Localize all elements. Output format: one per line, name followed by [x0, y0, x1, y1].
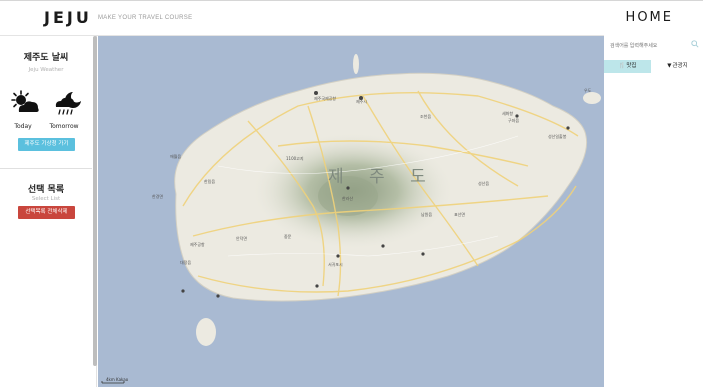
select-list-subtitle: Select List: [31, 196, 61, 202]
jeju-island-map: [101, 54, 601, 384]
right-panel: 🍴맛집 ▼관광지: [604, 36, 703, 387]
map-label: 구좌읍: [508, 118, 520, 123]
map-label: 서귀포시: [328, 262, 343, 267]
map-label: 제주공항: [190, 242, 205, 247]
top-header: JEJU MAKE YOUR TRAVEL COURSE HOME: [0, 0, 703, 36]
today-label: Today: [14, 123, 32, 130]
weather-agency-button[interactable]: 제주도 기상청 가기: [18, 138, 75, 151]
island-name-label: 제 주 도: [328, 167, 436, 187]
map-label: 성산일출봉: [548, 134, 567, 139]
home-link[interactable]: HOME: [626, 10, 673, 25]
map-label: 표선면: [454, 212, 466, 217]
map-label: 한경면: [152, 194, 164, 199]
clear-list-button[interactable]: 선택목록 전체삭제: [18, 206, 75, 219]
map-label: 남원읍: [421, 212, 433, 217]
left-sidebar: 제주도 날씨 Jeju Weather Today Tomorrow 제주도 기…: [0, 36, 97, 387]
map-label: 1100고지: [286, 156, 304, 161]
search-icon[interactable]: [691, 40, 699, 48]
map-view[interactable]: 제 주 도 제주국제공항 제주시 조천읍 구좌읍 세화항 성산읍 표선면 남원읍…: [98, 36, 604, 387]
tab-attractions-label: 관광지: [672, 63, 688, 69]
tab-attractions[interactable]: ▼관광지: [654, 60, 701, 73]
fork-knife-icon: 🍴: [618, 63, 626, 69]
map-pin-icon: ▼: [667, 63, 672, 69]
cloud-moon-rain-icon: [55, 92, 81, 115]
partly-cloudy-sun-icon: [11, 90, 39, 112]
map-label: 대정읍: [180, 260, 192, 265]
map-label: 조천읍: [420, 114, 432, 119]
map-scale: 4km Kakao: [106, 377, 129, 382]
map-label: 제주시: [356, 99, 368, 104]
brand-tagline: MAKE YOUR TRAVEL COURSE: [98, 15, 193, 21]
map-label: 한라산: [342, 196, 354, 201]
tab-restaurants[interactable]: 🍴맛집: [604, 60, 651, 73]
brand-logo[interactable]: JEJU: [44, 8, 92, 27]
sidebar-scrollbar[interactable]: [93, 36, 97, 366]
tab-restaurants-label: 맛집: [626, 63, 637, 69]
select-list-title: 선택 목록: [27, 185, 65, 195]
sidebar-divider: [0, 168, 92, 169]
north-islet: [353, 54, 359, 74]
search-input[interactable]: [610, 40, 696, 52]
map-label: 안덕면: [236, 236, 248, 241]
weather-title: 제주도 날씨: [23, 53, 69, 63]
weather-subtitle: Jeju Weather: [28, 67, 64, 73]
map-label: 중문: [284, 234, 292, 239]
map-label: 세화항: [502, 111, 514, 116]
map-label: 성산읍: [478, 181, 490, 186]
map-label: 제주국제공항: [314, 96, 337, 101]
map-label: 우도: [584, 88, 592, 93]
map-label: 애월읍: [170, 154, 182, 159]
map-label: 한림읍: [204, 179, 216, 184]
tomorrow-label: Tomorrow: [49, 123, 79, 130]
marado-island: [196, 318, 216, 346]
